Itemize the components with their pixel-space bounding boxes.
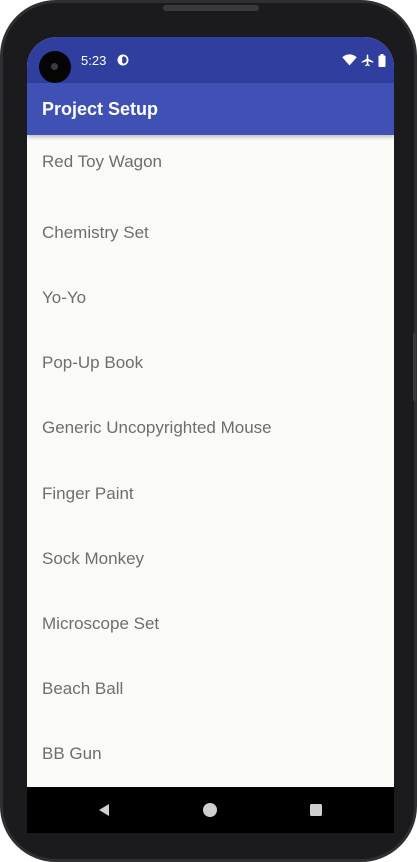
- list-item-label: Pop-Up Book: [42, 353, 144, 373]
- list-item[interactable]: Finger Paint: [27, 461, 394, 526]
- list-item-label: Microscope Set: [42, 613, 160, 633]
- list-item[interactable]: Beach Ball: [27, 657, 394, 722]
- list-item[interactable]: Sock Monkey: [27, 526, 394, 591]
- status-bar: 5:23: [27, 37, 394, 83]
- list-item[interactable]: BB Gun: [27, 722, 394, 787]
- camera-icon: [39, 51, 71, 83]
- list-item[interactable]: Generic Uncopyrighted Mouse: [27, 396, 394, 461]
- list-item[interactable]: Pop-Up Book: [27, 331, 394, 396]
- list-item[interactable]: Yo-Yo: [27, 265, 394, 330]
- status-icons: [342, 52, 386, 68]
- list-item-label: Yo-Yo: [42, 287, 87, 307]
- list-item-label: Finger Paint: [42, 483, 134, 503]
- screen: 5:23 Project Setup Red Toy Wagon Chemist…: [27, 37, 394, 787]
- navigation-bar: [27, 787, 394, 833]
- list-item[interactable]: Red Toy Wagon: [27, 135, 394, 200]
- list-item[interactable]: Microscope Set: [27, 591, 394, 656]
- power-button[interactable]: [413, 333, 416, 401]
- list-item-label: Sock Monkey: [42, 548, 145, 568]
- battery-icon: [378, 53, 386, 67]
- speaker-slot: [163, 5, 259, 11]
- wifi-icon: [342, 54, 357, 66]
- airplane-icon: [361, 54, 374, 66]
- home-icon[interactable]: [201, 801, 219, 819]
- list-item-label: BB Gun: [42, 744, 102, 764]
- app-notification-icon: [117, 54, 129, 66]
- list-item-label: Chemistry Set: [42, 222, 149, 242]
- recents-icon[interactable]: [307, 801, 325, 819]
- app-bar: Project Setup: [27, 83, 394, 135]
- status-time: 5:23: [81, 53, 107, 68]
- item-list: Red Toy Wagon Chemistry Set Yo-Yo Pop-Up…: [27, 135, 394, 787]
- list-item-label: Generic Uncopyrighted Mouse: [42, 418, 272, 438]
- phone-frame: 5:23 Project Setup Red Toy Wagon Chemist…: [0, 0, 417, 862]
- list-item-label: Red Toy Wagon: [42, 151, 163, 171]
- page-title: Project Setup: [42, 99, 159, 119]
- list-item-label: Beach Ball: [42, 679, 124, 699]
- back-icon[interactable]: [95, 801, 113, 819]
- list-item[interactable]: Chemistry Set: [27, 200, 394, 265]
